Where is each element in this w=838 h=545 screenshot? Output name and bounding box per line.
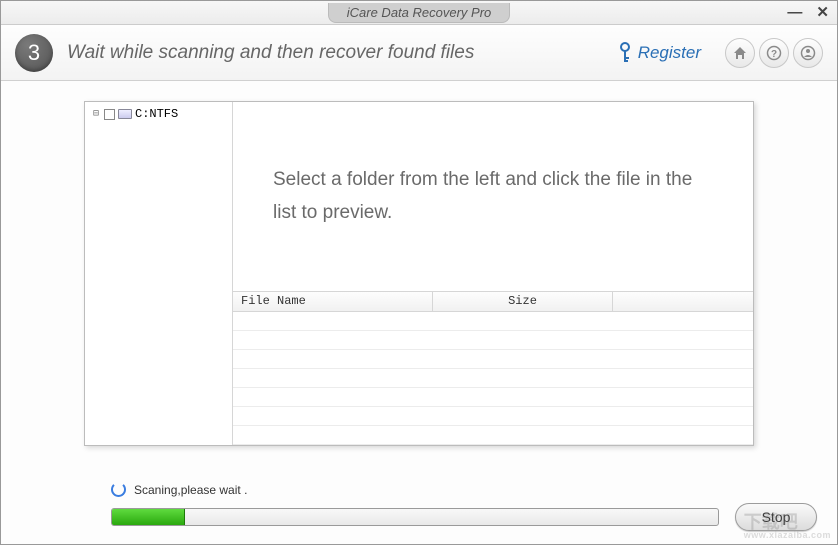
table-row[interactable]: [233, 426, 753, 445]
minimize-button[interactable]: —: [787, 5, 802, 20]
table-row[interactable]: [233, 407, 753, 426]
progress-fill: [112, 509, 185, 525]
user-icon: [800, 45, 816, 61]
table-row[interactable]: [233, 388, 753, 407]
key-icon: [618, 42, 632, 64]
table-row[interactable]: [233, 312, 753, 331]
spinner-icon: [111, 482, 126, 497]
col-size[interactable]: Size: [433, 292, 613, 311]
tree-checkbox[interactable]: [104, 109, 115, 120]
home-icon: [732, 45, 748, 61]
right-pane: Select a folder from the left and click …: [233, 102, 753, 445]
header-instruction: Wait while scanning and then recover fou…: [67, 42, 604, 64]
register-label: Register: [638, 43, 701, 63]
status-line: Scaning,please wait .: [111, 482, 817, 497]
tree-item[interactable]: ⊟ C:NTFS: [87, 106, 230, 122]
step-badge: 3: [15, 34, 53, 72]
table-row[interactable]: [233, 369, 753, 388]
header-icon-group: ?: [725, 38, 823, 68]
preview-message: Select a folder from the left and click …: [233, 102, 753, 291]
status-text: Scaning,please wait .: [134, 483, 247, 497]
account-button[interactable]: [793, 38, 823, 68]
footer: Scaning,please wait . Stop: [1, 474, 837, 544]
expand-icon[interactable]: ⊟: [91, 108, 101, 120]
home-button[interactable]: [725, 38, 755, 68]
file-table: File Name Size: [233, 291, 753, 445]
table-row[interactable]: [233, 350, 753, 369]
app-window: iCare Data Recovery Pro — ✕ 3 Wait while…: [0, 0, 838, 545]
watermark-main: 下载吧: [744, 512, 798, 532]
col-extra[interactable]: [613, 292, 753, 311]
help-button[interactable]: ?: [759, 38, 789, 68]
window-title: iCare Data Recovery Pro: [328, 3, 511, 23]
svg-text:?: ?: [771, 49, 777, 60]
register-link[interactable]: Register: [618, 42, 701, 64]
folder-tree[interactable]: ⊟ C:NTFS: [85, 102, 233, 445]
content-area: ⊟ C:NTFS Select a folder from the left a…: [1, 81, 837, 474]
close-button[interactable]: ✕: [816, 5, 829, 20]
window-controls: — ✕: [787, 1, 829, 24]
help-icon: ?: [766, 45, 782, 61]
tree-item-label: C:NTFS: [135, 107, 178, 121]
main-panel: ⊟ C:NTFS Select a folder from the left a…: [84, 101, 754, 446]
header-bar: 3 Wait while scanning and then recover f…: [1, 25, 837, 81]
watermark-sub: www.xiazaiba.com: [744, 531, 831, 540]
preview-message-text: Select a folder from the left and click …: [273, 164, 713, 229]
progress-bar: [111, 508, 719, 526]
table-row[interactable]: [233, 331, 753, 350]
watermark: 下载吧 www.xiazaiba.com: [744, 513, 831, 540]
titlebar: iCare Data Recovery Pro — ✕: [1, 1, 837, 25]
table-header: File Name Size: [233, 292, 753, 312]
col-file-name[interactable]: File Name: [233, 292, 433, 311]
drive-icon: [118, 109, 132, 119]
progress-row: Stop: [111, 503, 817, 531]
